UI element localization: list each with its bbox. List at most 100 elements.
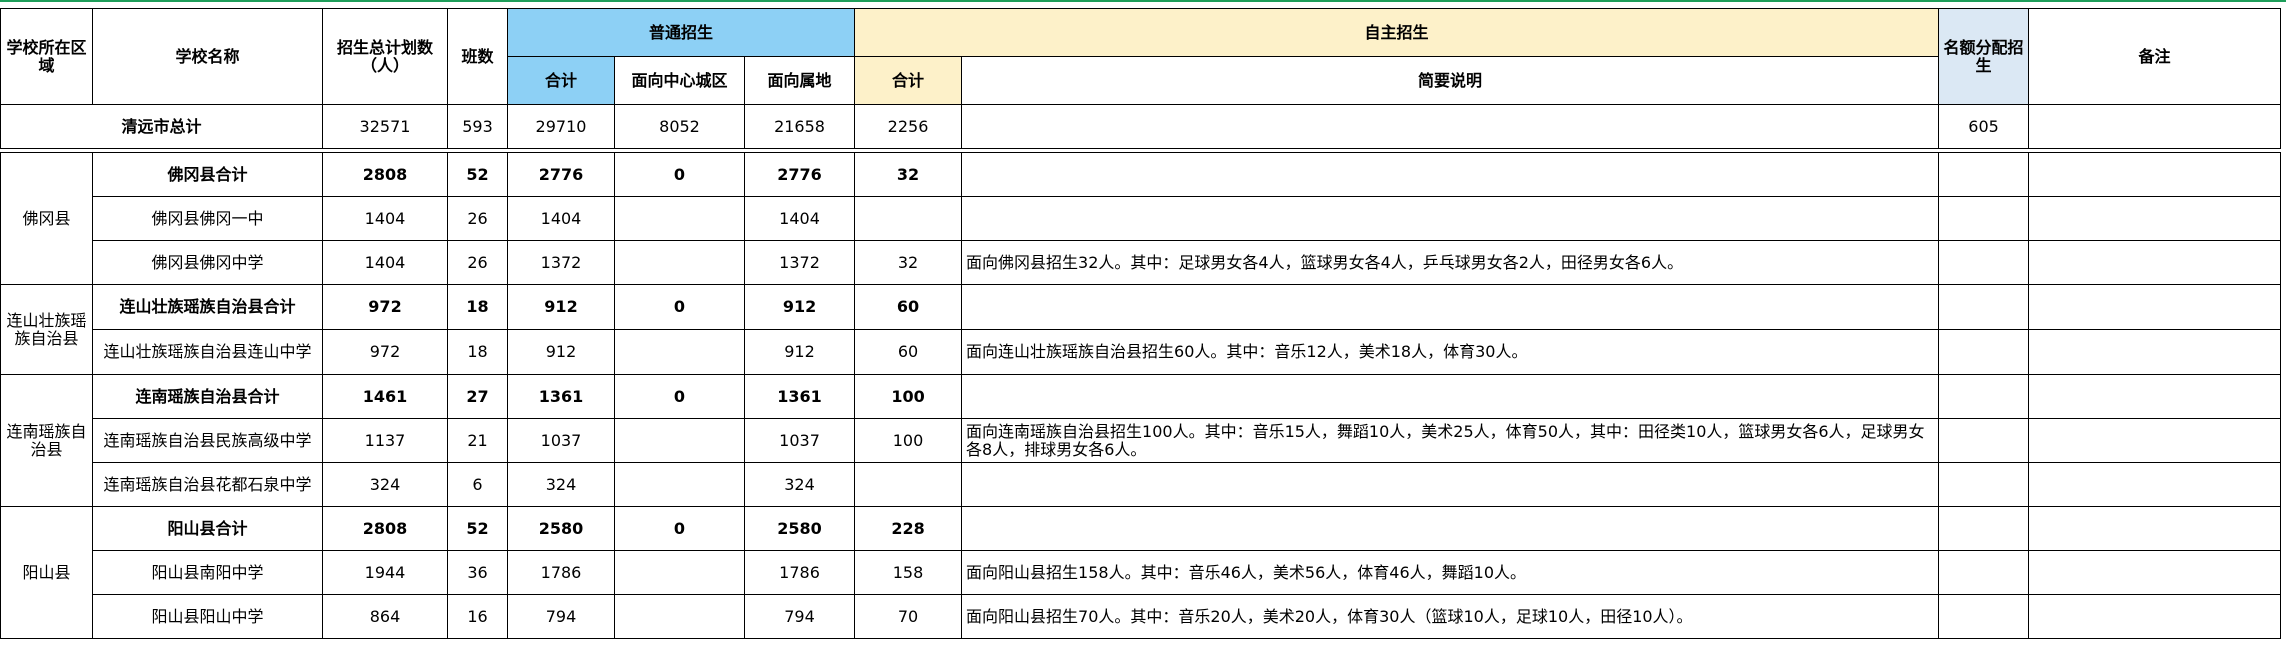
cell[interactable]: 2776 [507, 152, 615, 197]
desc-cell[interactable]: 面向连山壮族瑶族自治县招生60人。其中：音乐12人，美术18人，体育30人。 [961, 329, 1940, 375]
cell[interactable] [614, 594, 745, 639]
cell[interactable] [2028, 506, 2282, 551]
cell[interactable] [614, 329, 745, 375]
cell[interactable]: 0 [614, 152, 745, 197]
cell[interactable] [2028, 284, 2282, 330]
cell[interactable] [614, 462, 745, 507]
cell[interactable]: 2580 [743, 506, 856, 551]
cell[interactable]: 2808 [322, 152, 448, 197]
school-name[interactable]: 佛冈县合计 [92, 152, 323, 197]
cell[interactable]: 972 [322, 284, 448, 330]
desc-cell[interactable]: 面向阳山县招生158人。其中：音乐46人，美术56人，体育46人，舞蹈10人。 [961, 550, 1940, 595]
cell[interactable] [2028, 329, 2282, 375]
cell[interactable]: 1404 [322, 196, 448, 241]
cell[interactable] [2028, 240, 2282, 285]
cell[interactable]: 16 [447, 594, 508, 639]
cell[interactable] [2028, 462, 2282, 507]
cell[interactable] [2028, 104, 2282, 149]
cell[interactable]: 26 [447, 240, 508, 285]
cell[interactable]: 1404 [322, 240, 448, 285]
cell[interactable] [1938, 240, 2030, 285]
cell[interactable] [1938, 152, 2030, 197]
cell[interactable]: 32571 [322, 104, 448, 149]
cell[interactable] [2028, 594, 2282, 639]
desc-cell[interactable]: 面向阳山县招生70人。其中：音乐20人，美术20人，体育30人（篮球10人，足球… [961, 594, 1940, 639]
cell[interactable]: 912 [507, 284, 615, 330]
cell[interactable] [854, 462, 963, 507]
cell[interactable]: 1404 [507, 196, 615, 241]
cell[interactable]: 60 [854, 284, 963, 330]
cell[interactable] [614, 550, 745, 595]
region-cell[interactable]: 佛冈县 [0, 152, 93, 285]
cell[interactable] [2028, 196, 2282, 241]
header-general[interactable]: 普通招生 [506, 8, 856, 57]
cell[interactable] [1938, 196, 2030, 241]
cell[interactable]: 26 [447, 196, 508, 241]
cell[interactable]: 52 [447, 152, 508, 197]
cell[interactable]: 864 [322, 594, 448, 639]
cell[interactable] [614, 240, 745, 285]
cell[interactable]: 52 [447, 506, 508, 551]
cell[interactable]: 1361 [743, 374, 856, 419]
cell[interactable]: 29710 [507, 104, 615, 149]
region-cell[interactable]: 连南瑶族自治县 [0, 374, 93, 507]
cell[interactable]: 32 [854, 240, 963, 285]
header-plan-total[interactable]: 招生总计划数（人） [322, 8, 448, 105]
cell[interactable] [614, 196, 745, 241]
cell[interactable]: 324 [743, 462, 856, 507]
cell[interactable] [961, 104, 1940, 149]
school-name[interactable]: 连山壮族瑶族自治县连山中学 [92, 329, 323, 375]
cell[interactable]: 593 [447, 104, 508, 149]
cell[interactable]: 324 [507, 462, 615, 507]
cell[interactable]: 2808 [322, 506, 448, 551]
cell[interactable] [1938, 418, 2030, 463]
header-self-total[interactable]: 合计 [854, 56, 963, 105]
cell[interactable] [2028, 152, 2282, 197]
cell[interactable]: 324 [322, 462, 448, 507]
cell[interactable] [961, 506, 1940, 551]
cell[interactable] [854, 196, 963, 241]
cell[interactable]: 912 [743, 284, 856, 330]
cell[interactable]: 2580 [507, 506, 615, 551]
cell[interactable]: 1461 [322, 374, 448, 419]
cell[interactable] [2028, 550, 2282, 595]
cell[interactable]: 32 [854, 152, 963, 197]
cell[interactable]: 27 [447, 374, 508, 419]
region-cell[interactable]: 阳山县 [0, 506, 93, 639]
cell[interactable] [1938, 506, 2030, 551]
cell[interactable] [2028, 418, 2282, 463]
cell[interactable]: 21658 [743, 104, 856, 149]
cell[interactable]: 1372 [507, 240, 615, 285]
cell[interactable]: 18 [447, 329, 508, 375]
cell[interactable] [1938, 462, 2030, 507]
cell[interactable] [2028, 374, 2282, 419]
cell[interactable]: 1786 [507, 550, 615, 595]
header-self-desc[interactable]: 简要说明 [961, 56, 1940, 105]
cell[interactable] [961, 152, 1940, 197]
cell[interactable]: 1786 [743, 550, 856, 595]
cell[interactable]: 912 [507, 329, 615, 375]
cell[interactable]: 36 [447, 550, 508, 595]
cell[interactable]: 18 [447, 284, 508, 330]
cell[interactable] [614, 418, 745, 463]
cell[interactable] [961, 374, 1940, 419]
cell[interactable]: 0 [614, 284, 745, 330]
cell[interactable]: 21 [447, 418, 508, 463]
cell[interactable]: 0 [614, 506, 745, 551]
school-name[interactable]: 佛冈县佛冈中学 [92, 240, 323, 285]
cell[interactable]: 1137 [322, 418, 448, 463]
cell[interactable]: 1404 [743, 196, 856, 241]
cell[interactable]: 1361 [507, 374, 615, 419]
header-general-center[interactable]: 面向中心城区 [614, 56, 745, 105]
cell[interactable]: 794 [507, 594, 615, 639]
cell[interactable]: 972 [322, 329, 448, 375]
header-remarks[interactable]: 备注 [2028, 8, 2282, 105]
cell[interactable]: 100 [854, 374, 963, 419]
cell[interactable]: 228 [854, 506, 963, 551]
school-name[interactable]: 阳山县合计 [92, 506, 323, 551]
cell[interactable]: 6 [447, 462, 508, 507]
cell[interactable]: 8052 [614, 104, 745, 149]
cell[interactable]: 0 [614, 374, 745, 419]
cell[interactable] [1938, 374, 2030, 419]
header-region[interactable]: 学校所在区域 [0, 8, 93, 105]
